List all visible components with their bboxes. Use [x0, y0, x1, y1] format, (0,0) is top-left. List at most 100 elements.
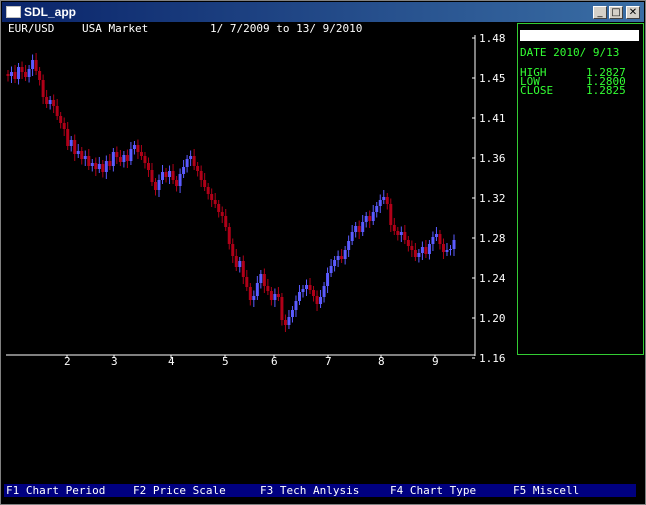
fkey-f3-tech-analysis[interactable]: F3 Tech Anlysis — [260, 484, 359, 497]
candle-body — [336, 256, 340, 260]
price-chart[interactable]: EUR/USD USA Market 1/ 7/2009 to 13/ 9/20… — [4, 23, 517, 368]
candles — [6, 53, 456, 332]
y-tick-label: 1.24 — [479, 272, 506, 285]
candle-body — [220, 212, 224, 216]
y-tick-label: 1.20 — [479, 312, 506, 325]
candle-body — [55, 106, 59, 116]
y-tick-label: 1.36 — [479, 152, 506, 165]
candle-body — [389, 204, 393, 225]
date-row: DATE 2010/ 9/13 — [520, 47, 619, 58]
fkey-f1-label: Chart Period — [25, 484, 106, 497]
fkey-f4-key: F4 — [390, 484, 404, 497]
candle-body — [368, 216, 372, 221]
fkey-f1-chart-period[interactable]: F1 Chart Period — [6, 484, 105, 497]
title-bar[interactable]: SDL_app _ □ ✕ — [2, 2, 644, 22]
candle-body — [294, 301, 298, 310]
close-value: 1.2825 — [586, 84, 626, 97]
candle-body — [6, 74, 10, 76]
candle-body — [326, 273, 330, 286]
candle-body — [396, 231, 400, 235]
candle-body — [448, 249, 452, 250]
candle-body — [20, 67, 24, 72]
candle-body — [224, 216, 228, 227]
minimize-button[interactable]: _ — [593, 6, 607, 19]
candle-body — [13, 72, 17, 79]
x-tick-label: 8 — [378, 355, 385, 368]
candle-body — [385, 197, 389, 204]
y-tick-label: 1.32 — [479, 192, 506, 205]
fkey-f5-miscell[interactable]: F5 Miscell — [513, 484, 579, 497]
candle-body — [87, 156, 91, 166]
candle-body — [48, 100, 52, 104]
candle-body — [438, 234, 442, 244]
candle-body — [125, 155, 129, 161]
candle-body — [445, 250, 449, 252]
candle-body — [111, 152, 115, 166]
candle-body — [90, 163, 94, 166]
app-window: SDL_app _ □ ✕ EUR/USD USA Market 1/ 7/20… — [0, 0, 646, 505]
candle-body — [189, 156, 193, 159]
candle-body — [280, 297, 284, 320]
candle-body — [59, 116, 63, 123]
fkey-f2-price-scale[interactable]: F2 Price Scale — [133, 484, 226, 497]
candle-body — [182, 167, 186, 174]
maximize-button[interactable]: □ — [609, 6, 623, 19]
candle-body — [45, 97, 49, 104]
candle-body — [168, 171, 172, 177]
x-axis: 2 3 4 5 6 7 8 9 — [64, 355, 439, 368]
candle-body — [203, 180, 207, 187]
info-input-box — [520, 30, 639, 41]
candle-body — [136, 145, 140, 152]
candle-body — [297, 292, 301, 301]
candle-body — [104, 161, 108, 172]
close-row: CLOSE 1.2825 — [520, 85, 626, 96]
candle-body — [73, 140, 77, 154]
fkey-f2-label: Price Scale — [152, 484, 226, 497]
candle-body — [392, 225, 396, 231]
candle-body — [329, 266, 333, 273]
candle-body — [290, 310, 294, 317]
candle-body — [266, 286, 270, 291]
candle-body — [185, 159, 189, 167]
candle-body — [178, 174, 182, 186]
fkey-f3-key: F3 — [260, 484, 274, 497]
candle-body — [153, 182, 157, 190]
candle-body — [146, 163, 150, 170]
close-button[interactable]: ✕ — [626, 6, 640, 19]
x-tick-label: 7 — [325, 355, 332, 368]
x-tick-label: 9 — [432, 355, 439, 368]
candle-body — [420, 247, 424, 253]
y-tick-label: 1.28 — [479, 232, 506, 245]
candle-body — [322, 286, 326, 297]
fkey-f4-chart-type[interactable]: F4 Chart Type — [390, 484, 476, 497]
candle-body — [364, 216, 368, 222]
x-tick-label: 5 — [222, 355, 229, 368]
y-tick-label: 1.16 — [479, 352, 506, 365]
candle-body — [52, 100, 56, 106]
candle-body — [305, 285, 309, 289]
candle-body — [210, 194, 214, 200]
candle-body — [287, 317, 291, 325]
candle-body — [357, 226, 361, 232]
candle-body — [69, 140, 73, 146]
candle-body — [94, 163, 98, 169]
candle-body — [122, 155, 126, 162]
y-tick-label: 1.41 — [479, 112, 506, 125]
x-tick-label: 4 — [168, 355, 175, 368]
maximize-icon: □ — [611, 7, 621, 18]
candle-body — [227, 227, 231, 244]
candle-body — [354, 226, 358, 232]
candle-body — [24, 72, 28, 77]
candle-body — [231, 244, 235, 256]
candle-body — [417, 253, 421, 257]
candle-body — [406, 240, 410, 246]
candle-body — [371, 212, 375, 221]
candle-body — [350, 232, 354, 241]
y-tick-label: 1.48 — [479, 32, 506, 45]
candle-body — [66, 129, 70, 146]
candle-body — [276, 294, 280, 297]
candle-body — [234, 256, 238, 267]
candle-body — [150, 170, 154, 182]
candle-body — [413, 250, 417, 257]
fkey-f3-label: Tech Anlysis — [279, 484, 360, 497]
